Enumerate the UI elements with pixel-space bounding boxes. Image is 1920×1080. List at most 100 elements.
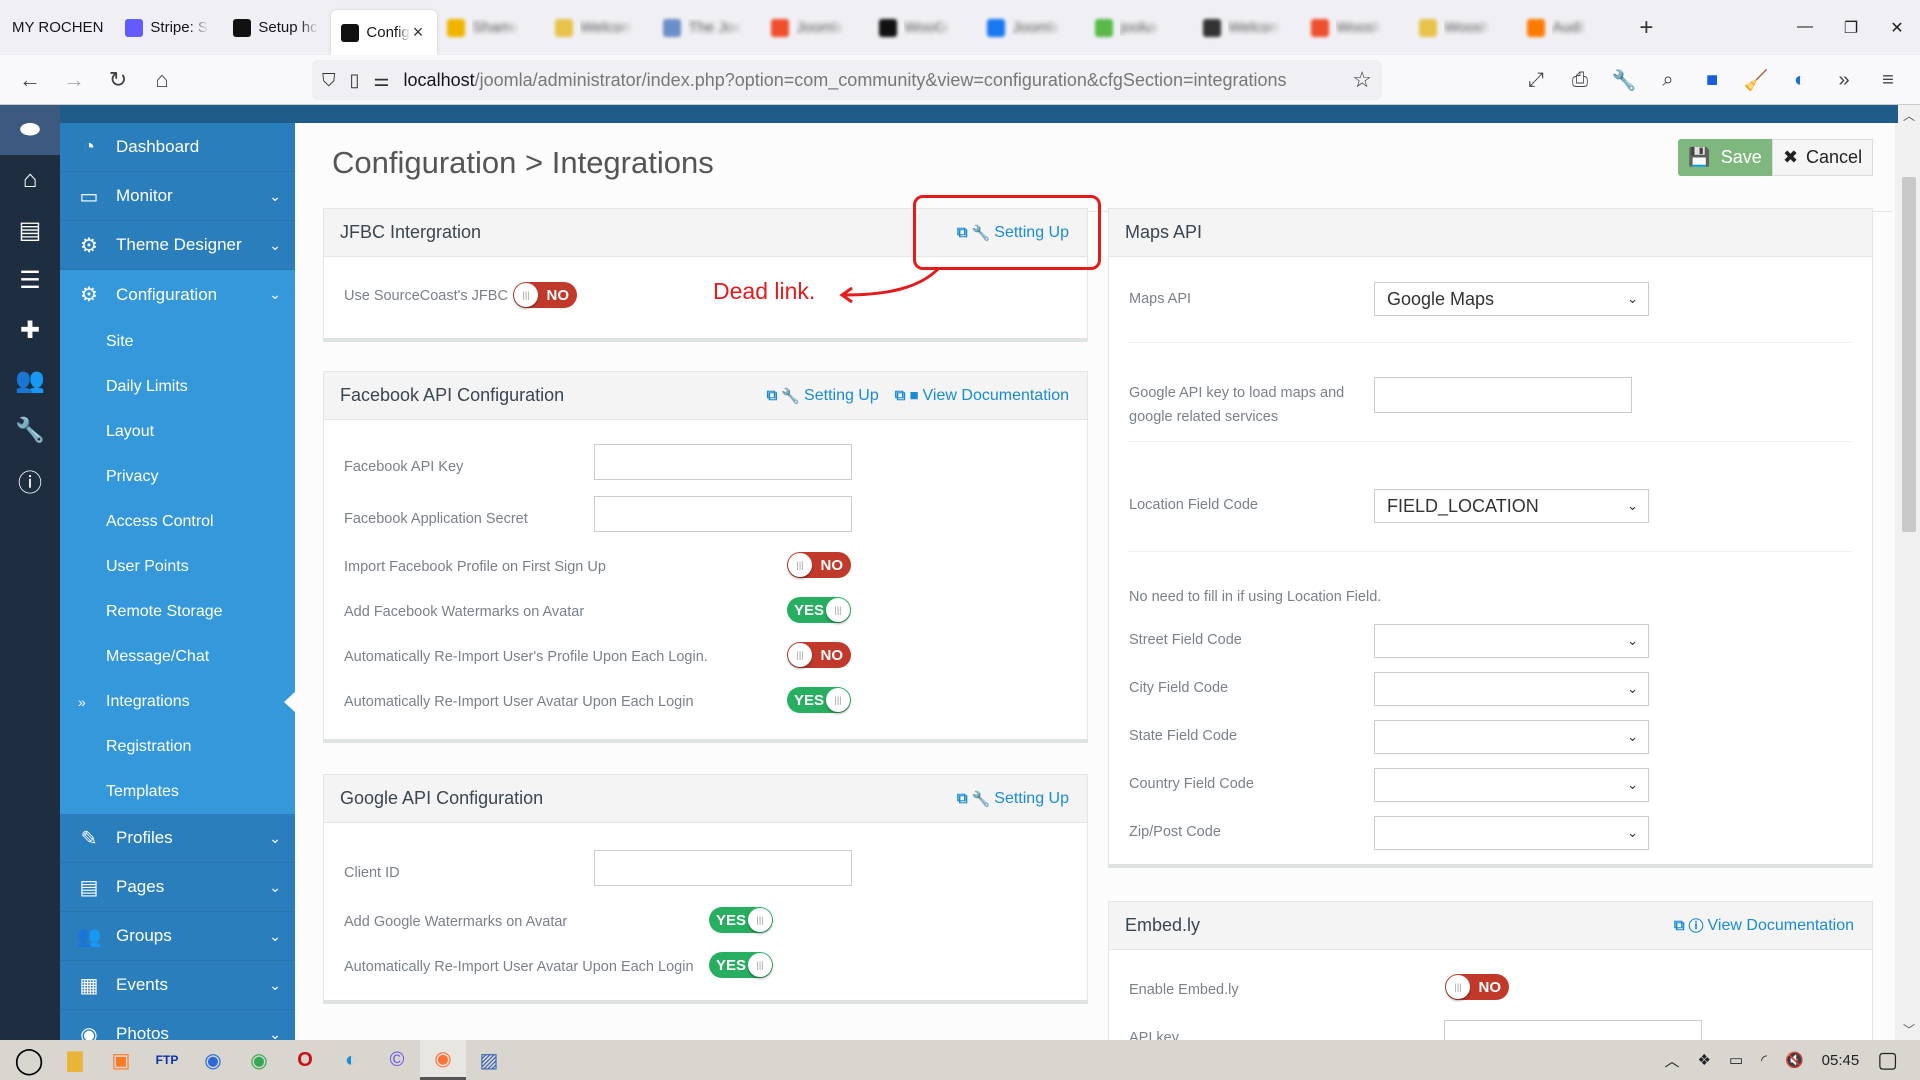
sidebar-item-pages[interactable]: ▤ Pages ⌄ <box>60 863 295 912</box>
chevron-down-icon[interactable]: ⌄ <box>269 977 281 994</box>
sidebar-item-profiles[interactable]: ✎ Profiles ⌄ <box>60 814 295 863</box>
sidebar-subitem-templates[interactable]: Templates <box>60 769 295 814</box>
scroll-up-icon[interactable]: ︿ <box>1898 107 1920 124</box>
battery-icon[interactable]: ▭ <box>1729 1051 1743 1069</box>
facebook-watermark-toggle[interactable]: YES ||| <box>787 597 851 623</box>
browser-tab[interactable]: Joomla <box>761 6 869 50</box>
permissions-icon[interactable]: ⚌ <box>373 70 389 91</box>
import-profile-toggle[interactable]: ||| NO <box>787 552 851 578</box>
reimport-profile-toggle[interactable]: ||| NO <box>787 642 851 668</box>
sidebar-subitem-privacy[interactable]: Privacy <box>60 454 295 499</box>
zip-post-code-select[interactable]: ⌄ <box>1374 816 1649 850</box>
overflow-icon[interactable]: » <box>1822 69 1866 92</box>
close-tab-icon[interactable]: × <box>413 22 424 43</box>
sidebar-subitem-site[interactable]: Site <box>60 319 295 364</box>
chevron-down-icon[interactable]: ⌄ <box>269 1026 281 1041</box>
wrench-icon[interactable]: 🔧 <box>0 405 60 455</box>
remote-desktop-icon[interactable]: ▨ <box>466 1040 512 1080</box>
embedly-view-docs-link[interactable]: ⧉ ⓘ View Documentation <box>1674 915 1854 936</box>
search-icon[interactable]: ⌕ <box>1646 69 1690 92</box>
print-icon[interactable]: ⎙ <box>1558 69 1602 92</box>
chevron-down-icon[interactable]: ⌄ <box>269 830 281 847</box>
browser-tab[interactable]: joolux <box>1085 6 1193 50</box>
sidebar-subitem-user-points[interactable]: User Points <box>60 544 295 589</box>
embedly-api-key-input[interactable] <box>1444 1020 1702 1040</box>
dropbox-icon[interactable]: ❖ <box>1698 1051 1711 1069</box>
shield-icon[interactable]: ⛉ <box>322 70 336 91</box>
google-setting-up-link[interactable]: ⧉ 🔧 Setting Up <box>957 790 1069 808</box>
scroll-thumb[interactable] <box>1902 177 1916 532</box>
browser-tab[interactable]: Welcom <box>545 6 653 50</box>
sidebar-subitem-layout[interactable]: Layout <box>60 409 295 454</box>
sidebar-subitem-registration[interactable]: Registration <box>60 724 295 769</box>
chevron-down-icon[interactable]: ⌄ <box>269 928 281 945</box>
list-icon[interactable]: ☰ <box>0 255 60 305</box>
location-field-select[interactable]: FIELD_LOCATION ⌄ <box>1374 489 1649 523</box>
file-explorer-icon[interactable]: ▇ <box>52 1040 98 1080</box>
home-button[interactable]: ⌂ <box>140 67 184 93</box>
toggle-icon[interactable]: ⬬ <box>0 105 60 155</box>
mute-icon[interactable]: 🔇 <box>1785 1051 1804 1069</box>
clock[interactable]: 05:45 <box>1822 1052 1860 1069</box>
google-api-key-input[interactable] <box>1374 377 1632 413</box>
url-text[interactable]: localhost/joomla/administrator/index.php… <box>404 70 1287 91</box>
cancel-button[interactable]: ✖ Cancel <box>1772 139 1873 176</box>
maps-api-select[interactable]: Google Maps ⌄ <box>1374 282 1649 316</box>
scroll-down-icon[interactable]: ﹀ <box>1898 1021 1920 1038</box>
sidebar-item-events[interactable]: ▦ Events ⌄ <box>60 961 295 1010</box>
file-icon[interactable]: ▤ <box>0 205 60 255</box>
wrench-icon[interactable]: 🔧 <box>1602 68 1646 93</box>
sidebar-item-monitor[interactable]: ▭ Monitor ⌄ <box>60 172 295 221</box>
facebook-setting-up-link[interactable]: ⧉ 🔧 Setting Up <box>767 387 879 405</box>
chevron-down-icon[interactable]: ⌄ <box>269 188 281 205</box>
browser-tab[interactable]: Stripe: S <box>115 6 223 50</box>
google-reimport-avatar-toggle[interactable]: YES ||| <box>709 952 773 978</box>
restore-button[interactable]: ❐ <box>1828 18 1874 38</box>
save-button[interactable]: 💾 Save <box>1678 139 1772 176</box>
facebook-view-docs-link[interactable]: ⧉ ■ View Documentation <box>895 387 1069 405</box>
sidebar-item-groups[interactable]: 👥 Groups ⌄ <box>60 912 295 961</box>
wifi-icon[interactable]: ◜ <box>1761 1051 1767 1069</box>
state-field-code-select[interactable]: ⌄ <box>1374 720 1649 754</box>
info-icon[interactable]: ⓘ <box>0 455 60 505</box>
fullscreen-icon[interactable]: ⤢ <box>1514 69 1558 92</box>
facebook-reimport-avatar-toggle[interactable]: YES ||| <box>787 687 851 713</box>
reload-button[interactable]: ↻ <box>96 67 140 93</box>
show-hidden-icon[interactable]: ︿ <box>1665 1050 1680 1071</box>
google-client-id-input[interactable] <box>594 850 852 886</box>
bitwarden-icon[interactable]: ■ <box>1690 69 1734 92</box>
edge-icon[interactable]: ◐ <box>328 1040 374 1080</box>
facebook-app-secret-input[interactable] <box>594 496 852 532</box>
chrome-icon[interactable]: ◉ <box>236 1040 282 1080</box>
bookmark-star-icon[interactable]: ☆ <box>1352 67 1372 93</box>
new-tab-button[interactable]: + <box>1625 14 1667 42</box>
start-icon[interactable]: ◯ <box>6 1040 52 1080</box>
page-scrollbar[interactable]: ︿ ﹀ <box>1898 105 1920 1040</box>
close-window-button[interactable]: ✕ <box>1874 18 1920 38</box>
sidebar-subitem-integrations[interactable]: » Integrations <box>60 679 295 724</box>
page-icon[interactable]: ▯ <box>350 70 360 91</box>
browser-tab[interactable]: Woosh <box>1409 6 1517 50</box>
bookmark-my-rochen[interactable]: MY ROCHEN <box>0 19 115 36</box>
users-icon[interactable]: 👥 <box>0 355 60 405</box>
xampp-icon[interactable]: ▣ <box>98 1040 144 1080</box>
browser-tab[interactable]: Audit <box>1517 6 1625 50</box>
google-watermark-toggle[interactable]: YES ||| <box>709 907 773 933</box>
extension-icon[interactable]: ◐ <box>1778 69 1822 92</box>
browser-tab[interactable]: Joomla <box>977 6 1085 50</box>
home-icon[interactable]: ⌂ <box>0 155 60 205</box>
minimize-button[interactable]: — <box>1782 18 1828 38</box>
facebook-api-key-input[interactable] <box>594 444 852 480</box>
sidebar-subitem-daily-limits[interactable]: Daily Limits <box>60 364 295 409</box>
browser-tab[interactable]: Welcom <box>1193 6 1301 50</box>
city-field-code-select[interactable]: ⌄ <box>1374 672 1649 706</box>
address-bar[interactable]: ⛉ ▯ ⚌ localhost/joomla/administrator/ind… <box>312 60 1382 100</box>
menu-icon[interactable]: ≡ <box>1866 69 1910 92</box>
opera-icon[interactable]: O <box>282 1040 328 1080</box>
browser-tab[interactable]: Config × <box>331 10 438 55</box>
notifications-icon[interactable]: ▢ <box>1877 1047 1898 1073</box>
browser-tab[interactable]: The Joo <box>653 6 761 50</box>
browser-tab[interactable]: Shamo <box>437 6 545 50</box>
chevron-down-icon[interactable]: ⌄ <box>269 286 281 303</box>
thunderbird-icon[interactable]: ◉ <box>190 1040 236 1080</box>
